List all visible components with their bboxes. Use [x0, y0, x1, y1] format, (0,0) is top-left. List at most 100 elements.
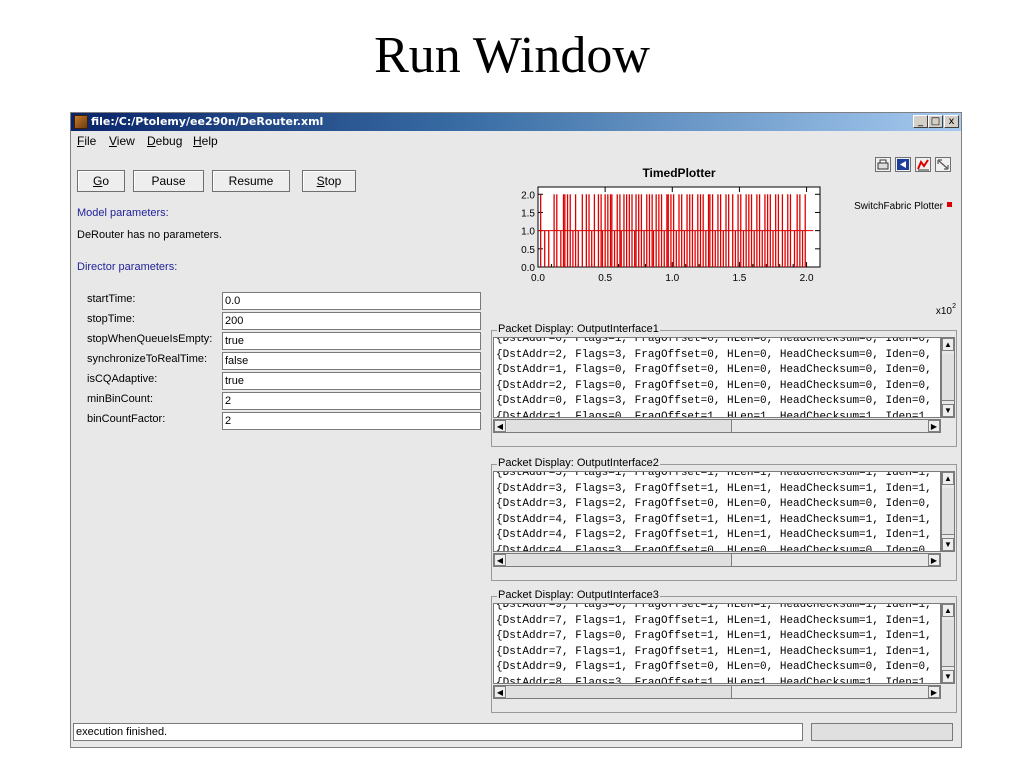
scroll-thumb[interactable] [507, 420, 732, 432]
scroll-right-icon[interactable]: ▶ [928, 554, 940, 566]
y-tick-label: 1.5 [521, 208, 535, 219]
model-parameters-heading: Model parameters: [77, 207, 169, 219]
packet-line: {DstAddr=1, Flags=0, FragOffset=0, HLen=… [496, 364, 932, 376]
timed-plotter: TimedPlotter2.01.51.00.50.00.0 0.5 1.0 1.5 2… [521, 166, 956, 317]
packet-line: {DstAddr=4, Flags=3, FragOffset=0, HLen=… [496, 544, 932, 552]
scroll-down-icon[interactable]: ▼ [942, 670, 954, 683]
param-field-stopwhenqueueisempty[interactable]: true [222, 332, 481, 350]
legend-label: SwitchFabric Plotter [854, 201, 944, 212]
param-label-iscqadaptive: isCQAdaptive: [87, 373, 158, 385]
stop-button[interactable]: Stop [302, 170, 356, 192]
packet-line: {DstAddr=3, Flags=3, FragOffset=1, HLen=… [496, 482, 932, 495]
packet-line: {DstAddr=8, Flags=3, FragOffset=1, HLen=… [496, 676, 932, 684]
param-label-stoptime: stopTime: [87, 313, 135, 325]
menu-help[interactable]: Help [193, 134, 218, 148]
x-tick-label: 2.0 [800, 273, 814, 284]
scroll-down-icon[interactable]: ▼ [942, 404, 954, 417]
param-label-minbincount: minBinCount: [87, 393, 154, 405]
x-tick-label: 0.0 [531, 273, 545, 284]
vertical-scrollbar[interactable]: ▲ ▼ [941, 471, 955, 552]
packet-line: {DstAddr=7, Flags=1, FragOffset=1, HLen=… [496, 614, 932, 627]
param-field-iscqadaptive[interactable]: true [222, 372, 481, 390]
scroll-left-icon[interactable]: ◀ [494, 420, 506, 432]
menu-view[interactable]: View [109, 134, 135, 148]
param-field-bincountfactor[interactable]: 2 [222, 412, 481, 430]
maximize-button[interactable]: □ [928, 115, 943, 128]
ptolemy-app-icon [74, 115, 88, 129]
scroll-thumb[interactable] [942, 354, 954, 401]
packet-line: {DstAddr=2, Flags=0, FragOffset=0, HLen=… [496, 379, 932, 392]
x-tick-label: 1.5 [732, 273, 746, 284]
param-field-minbincount[interactable]: 2 [222, 392, 481, 410]
x-tick-label: 1.0 [665, 273, 679, 284]
packet-line: {DstAddr=1, Flags=0, FragOffset=1, HLen=… [496, 410, 932, 418]
scroll-thumb[interactable] [942, 488, 954, 535]
x-multiplier-exponent: 2 [952, 303, 956, 310]
y-tick-label: 0.5 [521, 245, 535, 256]
chart-title: TimedPlotter [642, 166, 715, 180]
param-label-stopwhenqueueisempty: stopWhenQueueIsEmpty: [87, 333, 213, 345]
close-button[interactable]: x [944, 115, 959, 128]
horizontal-scrollbar[interactable]: ◀ ▶ [493, 553, 941, 567]
slide-title: Run Window [374, 27, 650, 84]
resume-button[interactable]: Resume [212, 170, 290, 192]
param-field-stoptime[interactable]: 200 [222, 312, 481, 330]
window-titlebar[interactable]: file:/C:/Ptolemy/ee290n/DeRouter.xml _ □… [71, 113, 961, 131]
packet-text-area[interactable]: {DstAddr=5, Flags=1, FragOffset=1, HLen=… [493, 471, 941, 552]
legend-swatch [947, 202, 952, 207]
pause-button[interactable]: Pause [133, 170, 204, 192]
horizontal-scrollbar[interactable]: ◀ ▶ [493, 685, 941, 699]
go-button[interactable]: Go [77, 170, 125, 192]
x-tick-label: 0.5 [598, 273, 612, 284]
y-tick-label: 2.0 [521, 190, 535, 201]
director-parameters-heading: Director parameters: [77, 261, 178, 273]
packet-display-panel-1: Packet Display: OutputInterface1 {DstAdd… [489, 323, 959, 447]
menu-file[interactable]: File [77, 134, 96, 148]
param-field-synchronizetorealtime[interactable]: false [222, 352, 481, 370]
horizontal-scrollbar[interactable]: ◀ ▶ [493, 419, 941, 433]
vertical-scrollbar[interactable]: ▲ ▼ [941, 603, 955, 684]
packet-line: {DstAddr=0, Flags=1, FragOffset=0, HLen=… [496, 337, 932, 345]
param-field-starttime[interactable]: 0.0 [222, 292, 481, 310]
vertical-scrollbar[interactable]: ▲ ▼ [941, 337, 955, 418]
scroll-thumb[interactable] [507, 686, 732, 698]
scroll-left-icon[interactable]: ◀ [494, 554, 506, 566]
scroll-up-icon[interactable]: ▲ [942, 604, 954, 617]
y-tick-label: 1.0 [521, 227, 535, 238]
packet-line: {DstAddr=0, Flags=3, FragOffset=0, HLen=… [496, 395, 932, 407]
packet-text-area[interactable]: {DstAddr=9, Flags=0, FragOffset=1, HLen=… [493, 603, 941, 684]
packet-line: {DstAddr=7, Flags=1, FragOffset=1, HLen=… [496, 645, 932, 658]
packet-display-panel-3: Packet Display: OutputInterface3 {DstAdd… [489, 589, 959, 713]
scroll-right-icon[interactable]: ▶ [928, 686, 940, 698]
progress-area [811, 723, 953, 741]
scroll-thumb[interactable] [507, 554, 732, 566]
packet-line: {DstAddr=3, Flags=2, FragOffset=0, HLen=… [496, 498, 932, 510]
scroll-thumb[interactable] [942, 620, 954, 667]
x-multiplier-label: x10 [936, 306, 953, 317]
packet-line: {DstAddr=5, Flags=1, FragOffset=1, HLen=… [496, 471, 932, 479]
scroll-up-icon[interactable]: ▲ [942, 338, 954, 351]
scroll-left-icon[interactable]: ◀ [494, 686, 506, 698]
scroll-up-icon[interactable]: ▲ [942, 472, 954, 485]
panel-title: Packet Display: OutputInterface1 [497, 323, 660, 335]
param-label-bincountfactor: binCountFactor: [87, 413, 166, 425]
panel-title: Packet Display: OutputInterface2 [497, 457, 660, 469]
packet-text-area[interactable]: {DstAddr=0, Flags=1, FragOffset=0, HLen=… [493, 337, 941, 418]
status-bar: execution finished. [73, 723, 803, 741]
packet-line: {DstAddr=4, Flags=2, FragOffset=1, HLen=… [496, 529, 932, 541]
packet-line: {DstAddr=9, Flags=0, FragOffset=1, HLen=… [496, 603, 932, 611]
packet-line: {DstAddr=7, Flags=0, FragOffset=1, HLen=… [496, 630, 932, 642]
param-label-starttime: startTime: [87, 293, 136, 305]
scroll-right-icon[interactable]: ▶ [928, 420, 940, 432]
panel-title: Packet Display: OutputInterface3 [497, 589, 660, 601]
scroll-down-icon[interactable]: ▼ [942, 538, 954, 551]
run-window: file:/C:/Ptolemy/ee290n/DeRouter.xml _ □… [70, 112, 962, 748]
packet-line: {DstAddr=2, Flags=3, FragOffset=0, HLen=… [496, 348, 932, 361]
minimize-button[interactable]: _ [913, 115, 928, 128]
packet-line: {DstAddr=4, Flags=3, FragOffset=1, HLen=… [496, 513, 932, 526]
window-title: file:/C:/Ptolemy/ee290n/DeRouter.xml [91, 115, 324, 128]
param-label-synchronizetorealtime: synchronizeToRealTime: [87, 353, 208, 365]
menu-debug[interactable]: Debug [147, 134, 182, 148]
menu-bar: File View Debug Help [71, 132, 961, 150]
packet-display-panel-2: Packet Display: OutputInterface2 {DstAdd… [489, 457, 959, 581]
